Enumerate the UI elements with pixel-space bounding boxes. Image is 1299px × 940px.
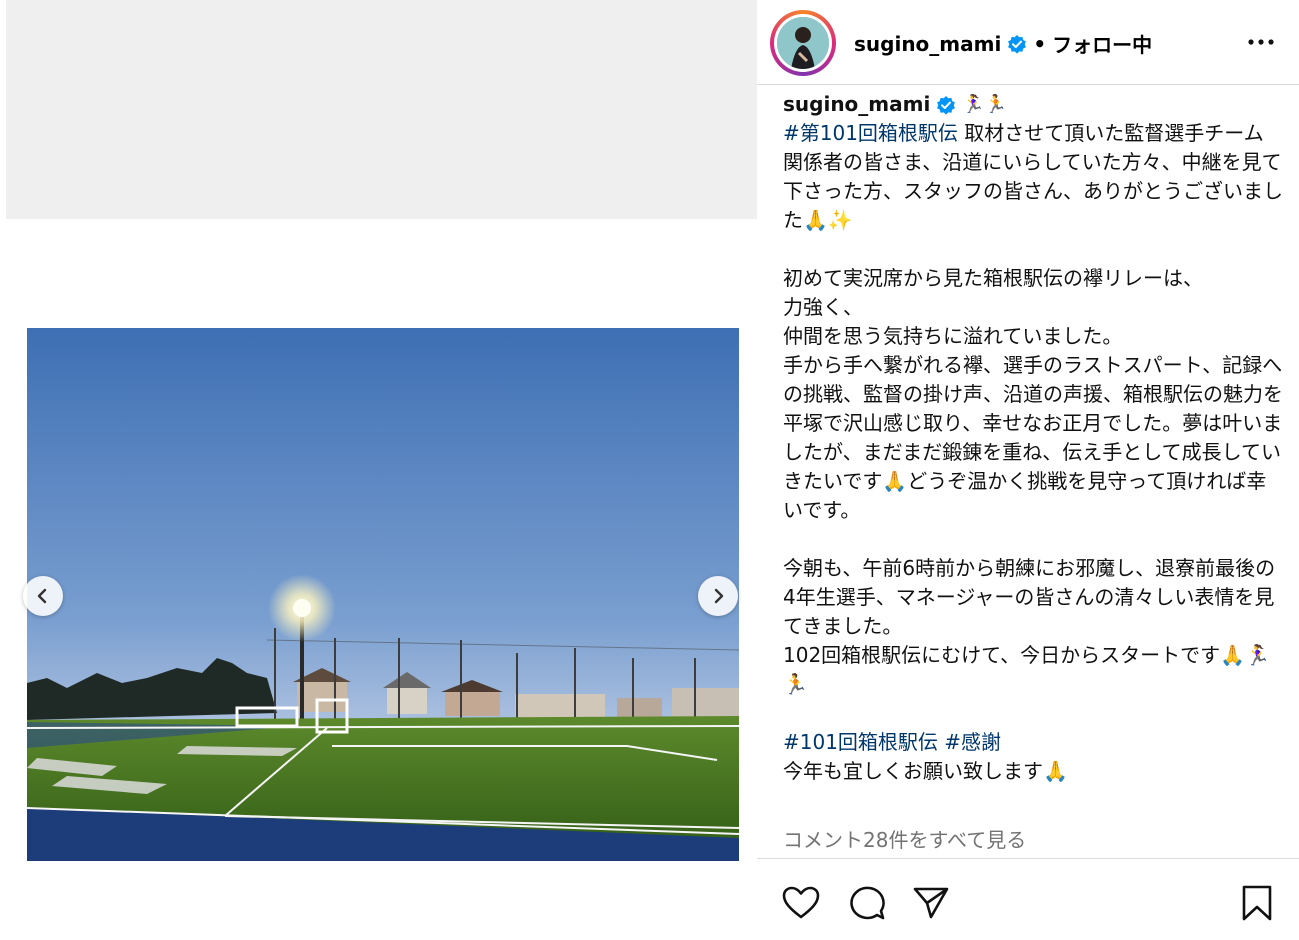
save-button[interactable] <box>1237 883 1277 923</box>
username-link[interactable]: sugino_mami <box>854 32 1001 56</box>
bookmark-icon <box>1242 885 1272 921</box>
following-button[interactable]: フォロー中 <box>1052 29 1152 58</box>
more-horizontal-icon <box>1248 39 1274 45</box>
view-all-comments-link[interactable]: コメント28件をすべて見る <box>783 824 1026 853</box>
verified-badge-icon <box>1007 34 1027 54</box>
post-header: sugino_mami • フォロー中 <box>757 0 1299 85</box>
runner-emoji: 🏃‍♀️🏃 <box>962 94 1008 115</box>
avatar[interactable] <box>770 10 836 76</box>
post-side-panel: sugino_mami • フォロー中 sugino_mami <box>757 0 1299 940</box>
chevron-right-icon <box>714 588 724 604</box>
comment-button[interactable] <box>847 883 887 923</box>
verified-badge-icon <box>936 95 956 115</box>
avatar-photo <box>777 17 829 69</box>
previous-post-placeholder <box>6 0 757 219</box>
caption-paragraph-1: #第101回箱根駅伝 取材させて頂いた監督選手チーム関係者の皆さま、沿道にいらし… <box>783 121 1283 232</box>
chevron-left-icon <box>37 588 47 604</box>
carousel-next-button[interactable] <box>698 576 738 616</box>
hashtag-link[interactable]: #第101回箱根駅伝 <box>783 121 958 145</box>
separator-dot: • <box>1033 31 1047 56</box>
caption-paragraph-3: 今朝も、午前6時前から朝練にお邪魔し、退寮前最後の4年生選手、マネージャーの皆さ… <box>783 556 1276 696</box>
hashtags-line: #101回箱根駅伝 #感謝 <box>783 728 1283 757</box>
share-button[interactable] <box>911 883 951 923</box>
more-options-button[interactable] <box>1245 26 1277 58</box>
caption-username[interactable]: sugino_mami <box>783 90 930 119</box>
heart-icon <box>782 886 820 919</box>
divider <box>757 858 1299 859</box>
football-field-photo <box>27 328 739 861</box>
comment-bubble-icon <box>850 886 885 920</box>
carousel-prev-button[interactable] <box>23 576 63 616</box>
media-area <box>0 0 757 940</box>
post-photo[interactable] <box>27 328 739 861</box>
caption-header: sugino_mami 🏃‍♀️🏃 <box>783 90 1283 119</box>
paper-plane-icon <box>913 887 949 919</box>
caption: sugino_mami 🏃‍♀️🏃 #第101回箱根駅伝 取材させて頂いた監督選… <box>783 90 1283 786</box>
hashtag-link[interactable]: #101回箱根駅伝 <box>783 730 938 754</box>
like-button[interactable] <box>781 883 821 923</box>
hashtag-link[interactable]: #感謝 <box>944 730 1001 754</box>
caption-paragraph-2: 初めて実況席から見た箱根駅伝の襷リレーは、 力強く、 仲間を思う気持ちに溢れてい… <box>783 266 1283 522</box>
header-user: sugino_mami • フォロー中 <box>854 29 1152 58</box>
closing-line: 今年も宜しくお願い致します🙏 <box>783 759 1068 783</box>
